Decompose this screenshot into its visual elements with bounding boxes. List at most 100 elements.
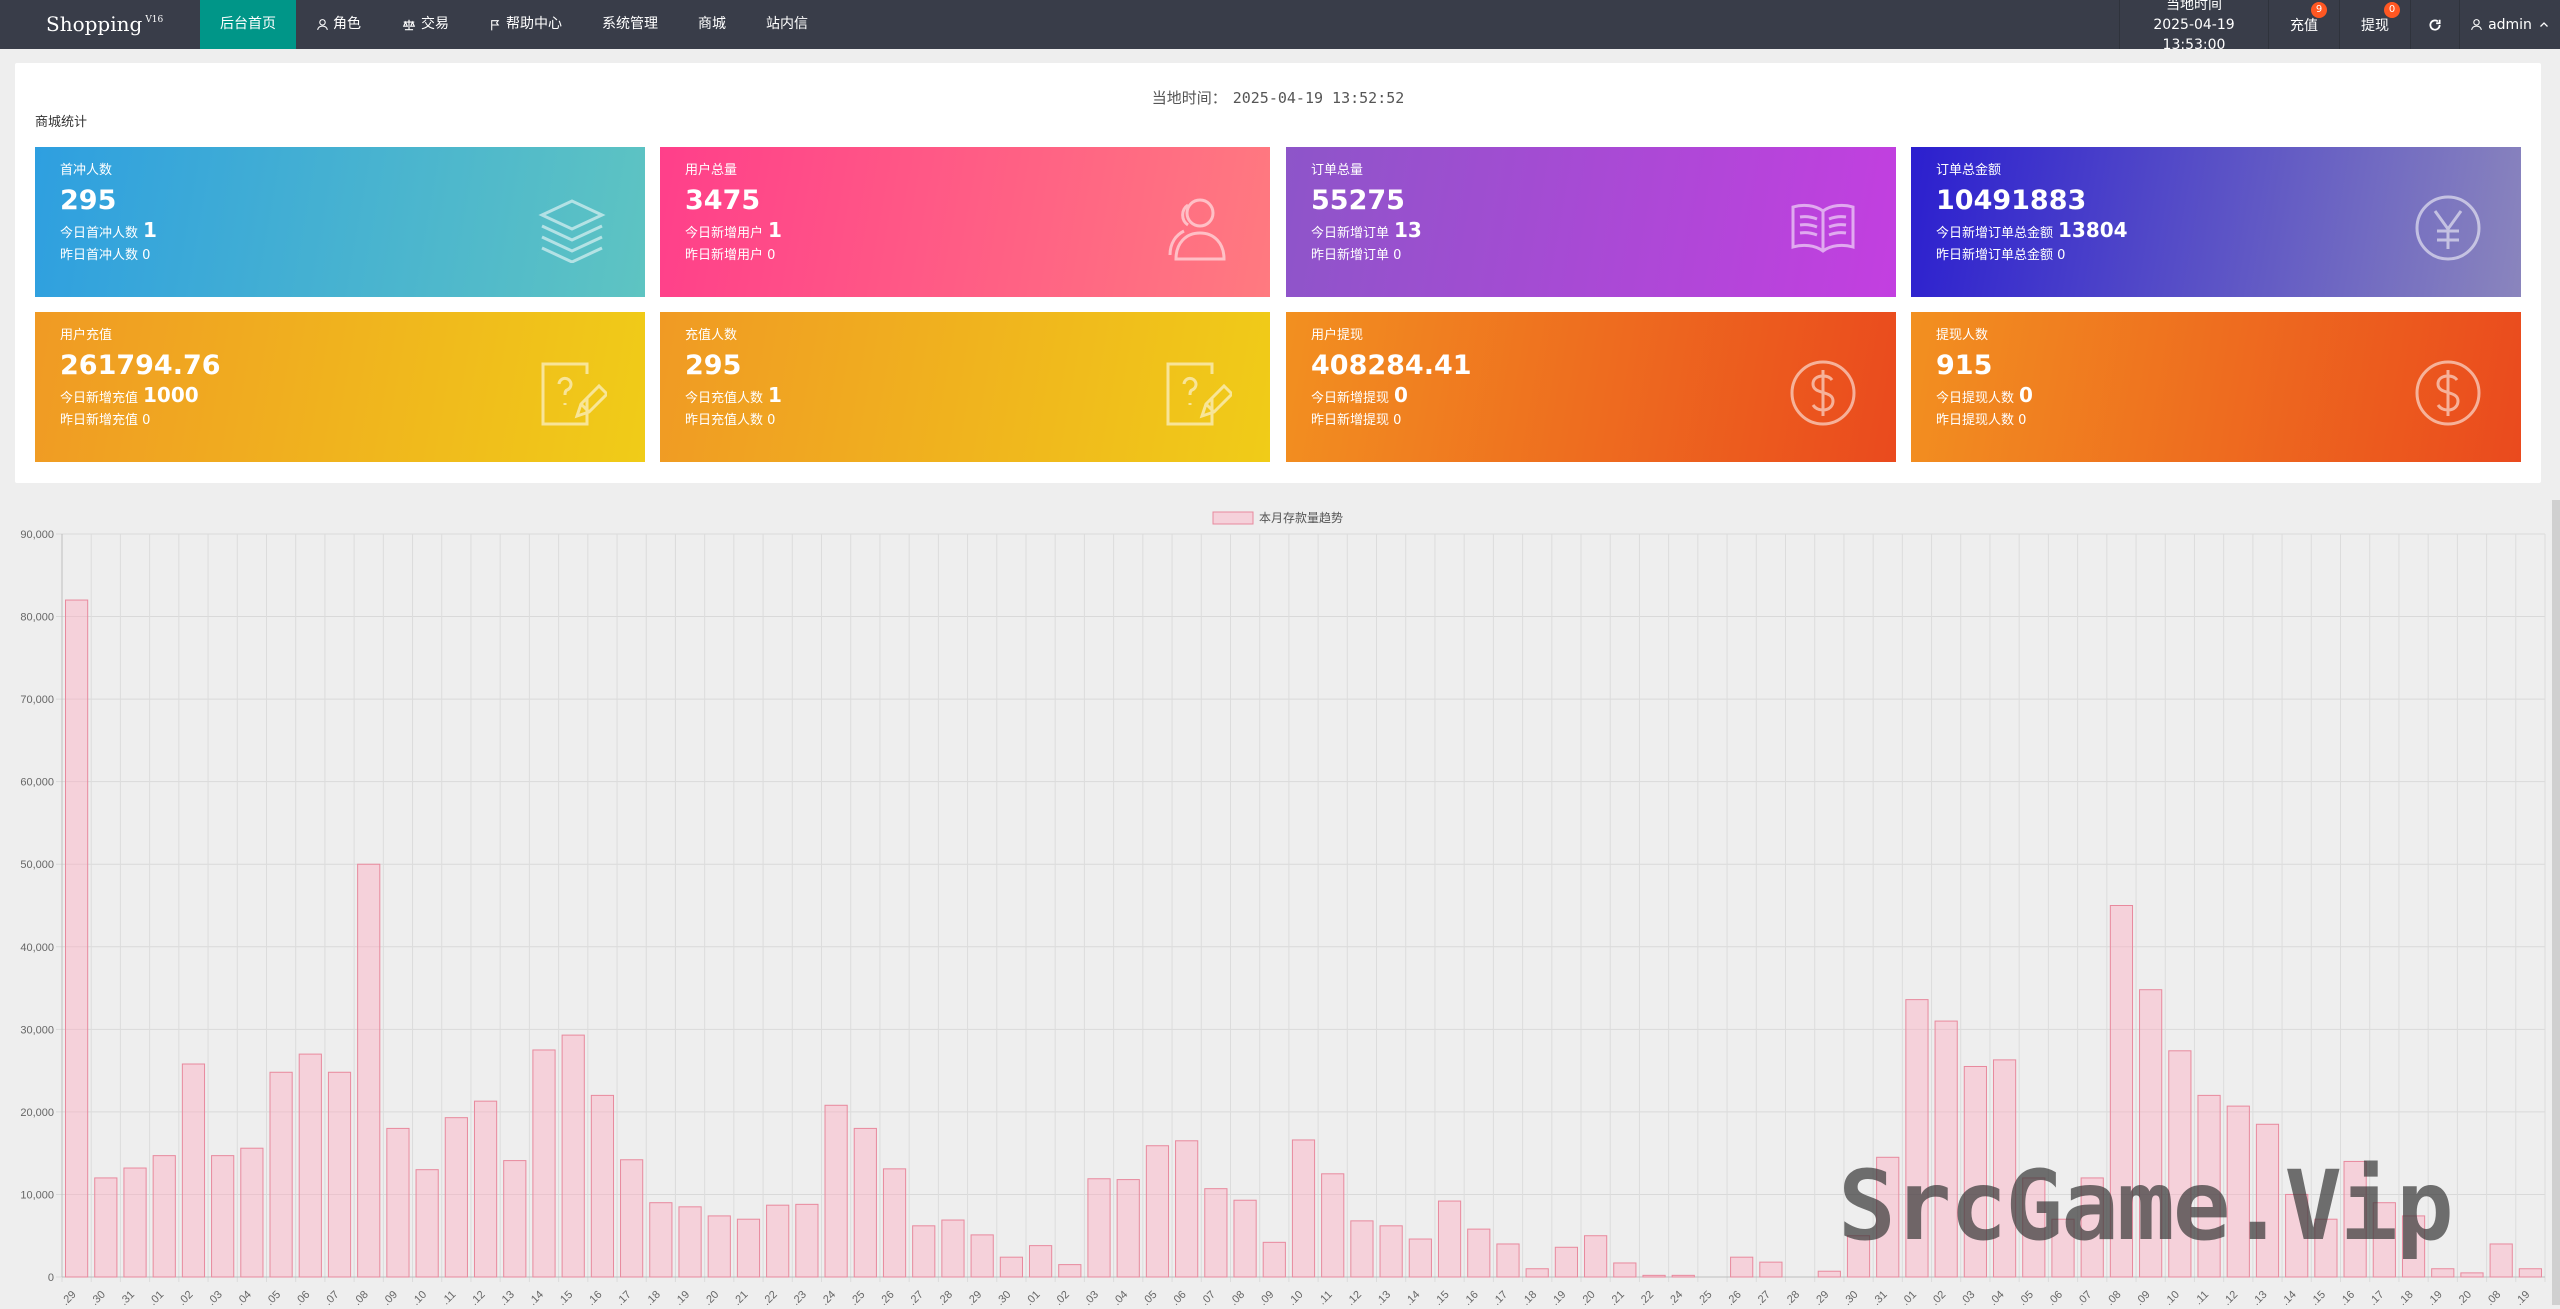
x-tick-label: ..18 bbox=[2394, 1289, 2415, 1305]
x-tick-label: ..19 bbox=[1547, 1289, 1568, 1305]
chart-bar bbox=[620, 1159, 644, 1278]
card-today: 今日新增充值 1000 bbox=[60, 384, 620, 410]
x-tick-label: ..12 bbox=[466, 1289, 487, 1305]
nav-item-5[interactable]: 商城 bbox=[678, 0, 746, 49]
chart-bar bbox=[1525, 1268, 1549, 1278]
chart-bar bbox=[941, 1219, 965, 1278]
y-tick-label: 60,000 bbox=[20, 777, 54, 789]
vertical-scrollbar[interactable] bbox=[2552, 500, 2560, 1305]
card-today-value: 1000 bbox=[143, 383, 199, 407]
withdraw-button[interactable]: 提现 0 bbox=[2339, 0, 2410, 49]
x-tick-label: ..10 bbox=[1284, 1289, 1305, 1305]
chart-bar bbox=[1058, 1264, 1082, 1278]
chart-bar bbox=[444, 1117, 468, 1278]
nav-label: 角色 bbox=[333, 16, 361, 32]
x-tick-label: ..06 bbox=[2044, 1289, 2065, 1305]
chart-bar bbox=[1817, 1270, 1841, 1278]
card-yesterday: 昨日首冲人数 0 bbox=[60, 245, 620, 267]
card-today-label: 今日新增提现 bbox=[1311, 391, 1390, 406]
x-tick-label: ..21 bbox=[729, 1289, 750, 1305]
nav-item-0[interactable]: 后台首页 bbox=[200, 0, 296, 49]
yen-icon bbox=[2413, 193, 2483, 263]
recharge-button[interactable]: 充值 9 bbox=[2268, 0, 2339, 49]
x-tick-label: ..04 bbox=[233, 1289, 254, 1305]
user-name: admin bbox=[2488, 16, 2532, 33]
x-tick-label: ..07 bbox=[320, 1289, 341, 1305]
layers-icon bbox=[537, 193, 607, 264]
chart-bar bbox=[1467, 1228, 1491, 1278]
card-yesterday: 昨日充值人数 0 bbox=[685, 410, 1245, 432]
chart-bar bbox=[327, 1071, 352, 1278]
card-title: 订单总量 bbox=[1311, 163, 1364, 178]
chart-bar bbox=[532, 1049, 556, 1278]
card-yesterday: 昨日新增充值 0 bbox=[60, 410, 620, 432]
user-menu[interactable]: admin bbox=[2459, 0, 2560, 49]
chart-bar bbox=[1671, 1274, 1695, 1278]
flag-icon bbox=[489, 18, 502, 32]
chart-bar bbox=[766, 1204, 790, 1278]
card-today: 今日新增订单 13 bbox=[1311, 219, 1871, 245]
brand-logo[interactable]: Shopping V16 bbox=[46, 0, 163, 49]
chart-bar bbox=[678, 1206, 702, 1278]
chart-bar bbox=[1584, 1235, 1608, 1278]
x-tick-label: ..09 bbox=[1255, 1289, 1276, 1305]
chart-bar bbox=[1437, 1200, 1462, 1278]
x-tick-label: ..03 bbox=[1956, 1289, 1977, 1305]
card-value: 3475 bbox=[685, 185, 761, 216]
nav-item-4[interactable]: 系统管理 bbox=[582, 0, 678, 49]
card-yesterday-label: 昨日新增订单总金额 bbox=[1936, 248, 2054, 263]
chart-bar bbox=[2489, 1243, 2513, 1278]
x-tick-label: ..14 bbox=[2277, 1289, 2298, 1305]
x-tick-label: ..17 bbox=[2365, 1289, 2386, 1305]
card-today-value: 1 bbox=[143, 218, 157, 242]
stat-card: 提现人数 915 今日提现人数 0 昨日提现人数 0 bbox=[1911, 312, 2521, 462]
chart-bar bbox=[1408, 1238, 1432, 1278]
card-yesterday-label: 昨日新增订单 bbox=[1311, 248, 1390, 263]
withdraw-badge: 0 bbox=[2384, 2, 2400, 18]
x-tick-label: ..05 bbox=[262, 1289, 283, 1305]
card-today: 今日充值人数 1 bbox=[685, 384, 1245, 410]
users-icon bbox=[1162, 193, 1232, 263]
x-tick-label: ..09 bbox=[379, 1289, 400, 1305]
card-value: 55275 bbox=[1311, 185, 1405, 216]
local-time-value: 2025-04-19 13:52:52 bbox=[1232, 89, 1405, 107]
x-tick-label: ..19 bbox=[2423, 1289, 2444, 1305]
x-tick-label: ..10 bbox=[2161, 1289, 2182, 1305]
stat-card: 用户总量 3475 今日新增用户 1 昨日新增用户 0 bbox=[660, 147, 1270, 297]
x-tick-label: ..21 bbox=[1605, 1289, 1626, 1305]
card-yesterday-value: 0 bbox=[2057, 248, 2066, 263]
card-today: 今日首冲人数 1 bbox=[60, 219, 620, 245]
header-clock: 当地时间 2025-04-19 13:53:00 bbox=[2119, 0, 2268, 53]
card-today-label: 今日提现人数 bbox=[1936, 391, 2015, 406]
card-yesterday: 昨日新增提现 0 bbox=[1311, 410, 1871, 432]
chart-bar bbox=[473, 1100, 498, 1278]
card-today-label: 今日新增订单 bbox=[1311, 226, 1390, 241]
nav-item-1[interactable]: 角色 bbox=[296, 0, 381, 49]
nav-label: 系统管理 bbox=[602, 16, 658, 32]
y-tick-label: 80,000 bbox=[20, 612, 54, 624]
chart-bar bbox=[2431, 1268, 2455, 1278]
nav-item-2[interactable]: 交易 bbox=[381, 0, 469, 49]
card-today-label: 今日新增充值 bbox=[60, 391, 139, 406]
x-tick-label: ..18 bbox=[641, 1289, 662, 1305]
chart-bar bbox=[970, 1234, 994, 1278]
card-value: 261794.76 bbox=[60, 350, 221, 381]
nav-item-6[interactable]: 站内信 bbox=[746, 0, 828, 49]
card-today-value: 13804 bbox=[2058, 218, 2128, 242]
y-tick-label: 0 bbox=[48, 1272, 54, 1284]
x-tick-label: ..12 bbox=[1343, 1289, 1364, 1305]
chart-bar bbox=[1759, 1261, 1783, 1278]
chart-bar bbox=[503, 1160, 527, 1278]
legend-label: 本月存款量趋势 bbox=[1259, 511, 1343, 525]
nav-item-3[interactable]: 帮助中心 bbox=[469, 0, 582, 49]
card-title: 用户总量 bbox=[685, 163, 738, 178]
refresh-button[interactable] bbox=[2410, 0, 2459, 49]
card-value: 10491883 bbox=[1936, 185, 2087, 216]
card-today-value: 1 bbox=[768, 383, 782, 407]
chart-bar bbox=[1262, 1241, 1286, 1278]
chart-bar bbox=[1291, 1139, 1316, 1278]
x-tick-label: ..17 bbox=[612, 1289, 633, 1305]
chart-bar bbox=[1321, 1173, 1345, 1278]
stat-card: 用户提现 408284.41 今日新增提现 0 昨日新增提现 0 bbox=[1286, 312, 1896, 462]
dollar-icon bbox=[1788, 358, 1858, 428]
